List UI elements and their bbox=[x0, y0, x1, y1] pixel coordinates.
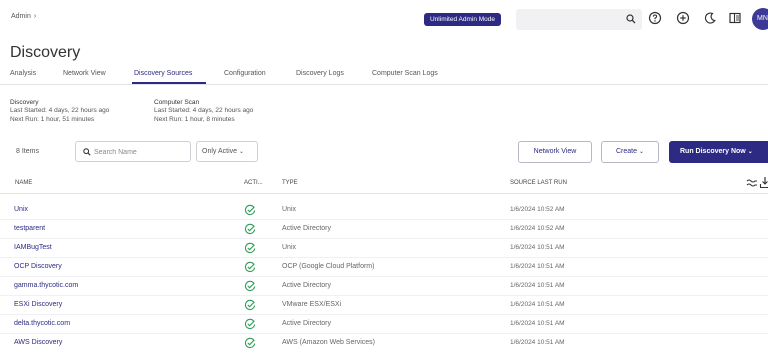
help-icon[interactable] bbox=[648, 11, 662, 25]
computer-scan-info: Computer Scan Last Started: 4 days, 22 h… bbox=[154, 99, 253, 124]
chevron-down-icon: ⌄ bbox=[638, 149, 644, 155]
tab-network-view[interactable]: Network View bbox=[63, 70, 106, 77]
table-row[interactable]: IAMBugTest Unix 1/6/2024 10:51 AM bbox=[0, 239, 768, 258]
chevron-down-icon: ⌄ bbox=[238, 149, 244, 155]
check-circle-icon bbox=[244, 299, 256, 311]
source-type: VMware ESX/ESXi bbox=[282, 301, 342, 308]
network-view-button[interactable]: Network View bbox=[518, 141, 592, 163]
discovery-last-started: Last Started: 4 days, 22 hours ago bbox=[10, 107, 110, 115]
search-field[interactable] bbox=[75, 141, 191, 162]
source-type: Active Directory bbox=[282, 282, 332, 289]
create-button-label: Create bbox=[616, 148, 638, 155]
table-row[interactable]: ESXi Discovery VMware ESX/ESXi 1/6/2024 … bbox=[0, 296, 768, 315]
computer-scan-info-title: Computer Scan bbox=[154, 99, 200, 106]
check-circle-icon bbox=[244, 242, 256, 254]
column-header-type[interactable]: TYPE bbox=[282, 180, 298, 186]
check-circle-icon bbox=[244, 337, 256, 349]
discovery-info: Discovery Last Started: 4 days, 22 hours… bbox=[10, 99, 109, 124]
table-row[interactable]: OCP Discovery OCP (Google Cloud Platform… bbox=[0, 258, 768, 277]
check-circle-icon bbox=[244, 280, 256, 292]
source-last-run: 1/6/2024 10:51 AM bbox=[510, 282, 565, 289]
toolbar: 8 Items Only Active ⌄ Network View Creat… bbox=[0, 141, 768, 163]
computer-scan-next-run: Next Run: 1 hour, 8 minutes bbox=[154, 115, 235, 123]
source-last-run: 1/6/2024 10:52 AM bbox=[510, 225, 565, 232]
run-discovery-now-button[interactable]: Run Discovery Now ⌄ bbox=[669, 141, 768, 163]
source-last-run: 1/6/2024 10:52 AM bbox=[510, 206, 565, 213]
avatar[interactable]: MN bbox=[752, 8, 768, 30]
run-discovery-now-label: Run Discovery Now bbox=[680, 148, 746, 155]
source-last-run: 1/6/2024 10:51 AM bbox=[510, 244, 565, 251]
check-circle-icon bbox=[244, 318, 256, 330]
source-name-link[interactable]: OCP Discovery bbox=[14, 263, 62, 270]
source-type: Active Directory bbox=[282, 225, 332, 232]
source-type: Unix bbox=[282, 244, 297, 251]
search-icon bbox=[83, 148, 91, 156]
source-name-link[interactable]: IAMBugTest bbox=[14, 244, 52, 251]
source-type: AWS (Amazon Web Services) bbox=[282, 339, 375, 346]
computer-scan-last-started: Last Started: 4 days, 22 hours ago bbox=[154, 107, 254, 115]
tab-discovery-sources[interactable]: Discovery Sources bbox=[134, 70, 192, 77]
tab-analysis[interactable]: Analysis bbox=[10, 70, 36, 77]
column-header-active[interactable]: ACTI... bbox=[244, 180, 263, 186]
table-row[interactable]: gamma.thycotic.com Active Directory 1/6/… bbox=[0, 277, 768, 296]
source-last-run: 1/6/2024 10:51 AM bbox=[510, 320, 565, 327]
add-icon[interactable] bbox=[676, 11, 690, 25]
panel-toggle-icon[interactable] bbox=[728, 11, 742, 25]
page-title: Discovery bbox=[10, 44, 81, 61]
chevron-down-icon: ⌄ bbox=[747, 149, 753, 155]
tab-configuration[interactable]: Configuration bbox=[224, 70, 266, 77]
breadcrumb-admin[interactable]: Admin bbox=[11, 13, 31, 20]
source-name-link[interactable]: gamma.thycotic.com bbox=[14, 282, 78, 289]
source-last-run: 1/6/2024 10:51 AM bbox=[510, 301, 565, 308]
column-header-last-run[interactable]: SOURCE LAST RUN bbox=[510, 180, 567, 186]
column-settings-icon[interactable] bbox=[746, 177, 758, 189]
discovery-next-run: Next Run: 1 hour, 51 minutes bbox=[10, 115, 95, 123]
tab-computer-scan-logs[interactable]: Computer Scan Logs bbox=[372, 70, 438, 77]
source-last-run: 1/6/2024 10:51 AM bbox=[510, 263, 565, 270]
column-header-name[interactable]: NAME bbox=[15, 180, 32, 186]
table-row[interactable]: AWS Discovery AWS (Amazon Web Services) … bbox=[0, 334, 768, 353]
check-circle-icon bbox=[244, 204, 256, 216]
breadcrumb[interactable]: Admin › bbox=[11, 13, 36, 20]
table-row[interactable]: testparent Active Directory 1/6/2024 10:… bbox=[0, 220, 768, 239]
export-icon[interactable] bbox=[759, 176, 768, 189]
source-type: Unix bbox=[282, 206, 297, 213]
global-search-input[interactable] bbox=[516, 9, 642, 30]
source-name-link[interactable]: delta.thycotic.com bbox=[14, 320, 70, 327]
network-view-button-label: Network View bbox=[533, 148, 577, 155]
item-count: 8 Items bbox=[16, 148, 39, 155]
source-name-link[interactable]: AWS Discovery bbox=[14, 339, 62, 346]
table-header-divider bbox=[0, 193, 768, 194]
check-circle-icon bbox=[244, 223, 256, 235]
top-bar: Admin › Unlimited Admin Mode MN bbox=[0, 0, 768, 38]
create-button[interactable]: Create ⌄ bbox=[601, 141, 659, 163]
dark-mode-icon[interactable] bbox=[703, 11, 717, 25]
tabs-divider bbox=[0, 84, 768, 85]
source-type: Active Directory bbox=[282, 320, 332, 327]
table-header: NAME ACTI... TYPE SOURCE LAST RUN bbox=[0, 176, 768, 190]
tab-discovery-logs[interactable]: Discovery Logs bbox=[296, 70, 344, 77]
active-filter-label: Only Active bbox=[202, 148, 238, 155]
search-input[interactable] bbox=[94, 146, 184, 158]
chevron-right-icon: › bbox=[33, 13, 37, 20]
table-row[interactable]: Unix Unix 1/6/2024 10:52 AM bbox=[0, 201, 768, 220]
source-name-link[interactable]: Unix bbox=[14, 206, 28, 213]
search-icon[interactable] bbox=[626, 14, 636, 24]
source-type: OCP (Google Cloud Platform) bbox=[282, 263, 375, 270]
table-row[interactable]: delta.thycotic.com Active Directory 1/6/… bbox=[0, 315, 768, 334]
admin-mode-badge[interactable]: Unlimited Admin Mode bbox=[424, 13, 502, 26]
source-last-run: 1/6/2024 10:51 AM bbox=[510, 339, 565, 346]
active-filter-select[interactable]: Only Active ⌄ bbox=[196, 141, 258, 162]
check-circle-icon bbox=[244, 261, 256, 273]
discovery-info-title: Discovery bbox=[10, 99, 39, 106]
source-name-link[interactable]: ESXi Discovery bbox=[14, 301, 62, 308]
source-name-link[interactable]: testparent bbox=[14, 225, 45, 232]
